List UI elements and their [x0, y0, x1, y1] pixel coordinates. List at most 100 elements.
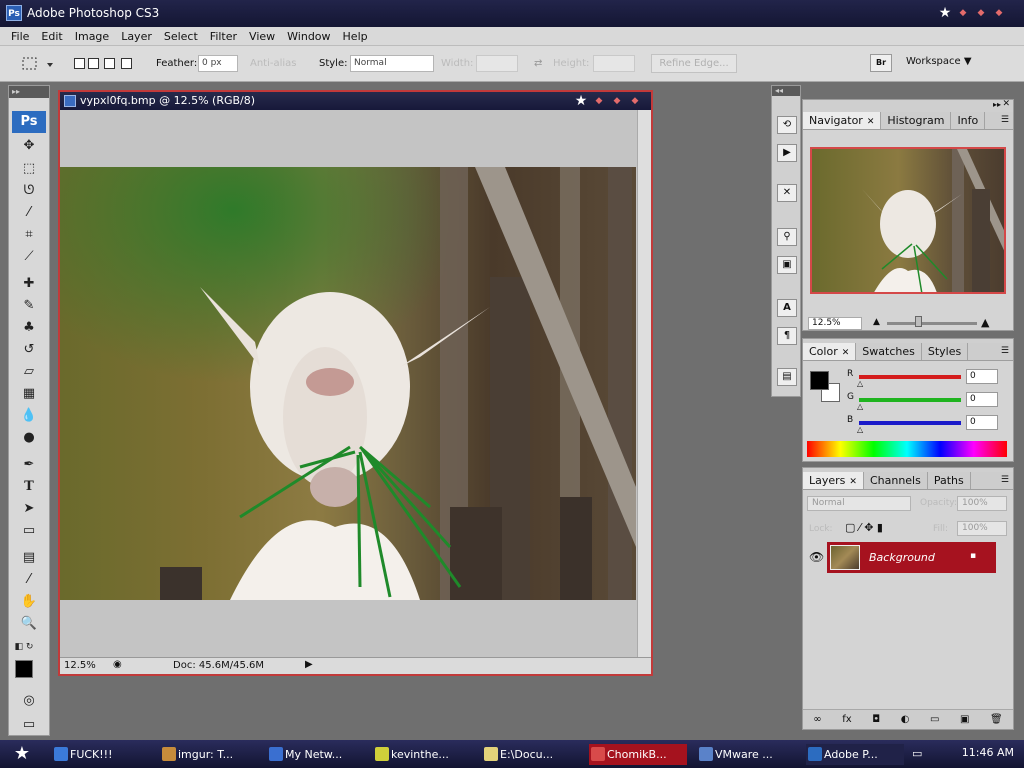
green-value[interactable]: 0 — [966, 392, 998, 407]
menu-view[interactable]: View — [243, 30, 281, 43]
doc-maximize-button[interactable]: ◆ — [610, 94, 624, 108]
canvas-area[interactable] — [60, 110, 638, 659]
foreground-color-swatch[interactable] — [15, 660, 33, 678]
minimize-button[interactable]: ◆ — [956, 6, 970, 20]
navigator-zoom-slider[interactable] — [887, 322, 977, 325]
new-layer-icon[interactable]: ▣ — [960, 714, 969, 725]
close-tab-icon[interactable]: ✕ — [849, 477, 857, 487]
start-button[interactable]: ★ — [4, 743, 40, 765]
tab-histogram[interactable]: Histogram — [881, 112, 952, 129]
blue-value[interactable]: 0 — [966, 415, 998, 430]
actions-icon[interactable]: ▶ — [777, 144, 797, 162]
history-icon[interactable]: ⟲ — [777, 116, 797, 134]
marquee-icon[interactable]: ⬚ — [18, 160, 40, 178]
pen-icon[interactable]: ✒ — [18, 456, 40, 474]
goat-photo[interactable] — [60, 167, 636, 600]
toolbox-collapse-icon[interactable]: ▸▸ — [9, 86, 49, 98]
character-icon[interactable]: A — [777, 299, 797, 317]
red-slider[interactable] — [859, 375, 961, 379]
taskbar-item-chomik[interactable]: ChomikB... — [589, 744, 687, 765]
zoom-in-icon[interactable]: ▲ — [981, 316, 989, 329]
star-icon[interactable]: ★ — [574, 93, 588, 109]
tab-navigator[interactable]: Navigator ✕ — [803, 112, 882, 129]
navigator-thumbnail[interactable] — [810, 147, 1006, 294]
red-slider-thumb[interactable]: △ — [857, 379, 863, 388]
opacity-field[interactable]: 100% — [957, 496, 1007, 511]
document-title-bar[interactable]: vypxl0fq.bmp @ 12.5% (RGB/8) ★ ◆ ◆ ◆ — [60, 92, 651, 110]
panel-menu-icon[interactable]: ☰ — [1001, 475, 1009, 485]
dock-collapse-icon[interactable]: ◂◂ — [772, 86, 800, 96]
quick-mask-icon[interactable]: ◎ — [18, 692, 40, 710]
bridge-icon[interactable]: Br — [870, 54, 892, 72]
paragraph-icon[interactable]: ¶ — [777, 327, 797, 345]
taskbar-item-vmware[interactable]: VMware ... — [697, 744, 797, 765]
menu-file[interactable]: File — [5, 30, 35, 43]
zoom-out-icon[interactable]: ▲ — [873, 317, 880, 327]
crop-icon[interactable]: ⌗ — [18, 226, 40, 244]
menu-layer[interactable]: Layer — [115, 30, 158, 43]
type-icon[interactable]: T — [18, 478, 40, 496]
lasso-icon[interactable]: ᘎ — [18, 182, 40, 200]
doc-close-button[interactable]: ◆ — [628, 94, 642, 108]
lock-transparency-icon[interactable]: ▢ ⁄ ✥ ▮ — [845, 521, 883, 534]
tab-channels[interactable]: Channels — [864, 472, 928, 489]
tab-info[interactable]: Info — [951, 112, 986, 129]
green-slider[interactable] — [859, 398, 961, 402]
subtract-selection-icon[interactable] — [104, 58, 115, 69]
zoom-slider-thumb[interactable] — [915, 316, 922, 327]
feather-input[interactable]: 0 px — [198, 55, 238, 72]
screen-mode-icon[interactable]: ▭ — [18, 716, 40, 734]
taskbar-item-kevinthe[interactable]: kevinthe... — [373, 744, 473, 765]
tool-presets-icon[interactable]: ✕ — [777, 184, 797, 202]
notes-icon[interactable]: ▤ — [18, 549, 40, 567]
slice-icon[interactable]: ⟋ — [18, 248, 40, 266]
clock[interactable]: 11:46 AM — [962, 746, 1014, 759]
collapse-icon[interactable]: ▸▸ — [993, 100, 1001, 109]
red-value[interactable]: 0 — [966, 369, 998, 384]
swap-icon[interactable]: ⇄ — [534, 58, 542, 69]
zoom-icon[interactable]: 🔍 — [18, 615, 40, 633]
menu-select[interactable]: Select — [158, 30, 204, 43]
status-arrow-icon[interactable]: ▶ — [305, 659, 313, 670]
navigator-zoom-field[interactable]: 12.5% — [808, 317, 862, 330]
green-slider-thumb[interactable]: △ — [857, 402, 863, 411]
workspace-menu[interactable]: Workspace ▼ — [906, 56, 972, 67]
link-layers-icon[interactable]: ∞ — [813, 714, 821, 725]
new-group-icon[interactable]: ▭ — [930, 714, 939, 725]
magic-wand-icon[interactable]: ⁄ — [18, 204, 40, 222]
blue-slider[interactable] — [859, 421, 961, 425]
default-colors-icon[interactable]: ◧ ↻ — [13, 638, 35, 656]
hand-icon[interactable]: ✋ — [18, 593, 40, 611]
eye-icon[interactable]: 👁 — [809, 550, 824, 564]
intersect-selection-icon[interactable] — [121, 58, 132, 69]
menu-filter[interactable]: Filter — [204, 30, 243, 43]
close-icon[interactable]: ✕ — [1002, 99, 1010, 109]
move-icon[interactable]: ✥ — [18, 137, 40, 155]
zoom-level[interactable]: 12.5% — [64, 660, 96, 671]
refine-edge-button[interactable]: Refine Edge... — [651, 54, 737, 73]
trash-icon[interactable]: 🗑 — [990, 714, 1003, 725]
height-input[interactable] — [593, 55, 635, 72]
layer-mask-icon[interactable]: ◘ — [872, 714, 880, 725]
history-brush-icon[interactable]: ↺ — [18, 341, 40, 359]
taskbar-item-imgur[interactable]: imgur: T... — [160, 744, 260, 765]
adjustment-layer-icon[interactable]: ◐ — [901, 714, 910, 725]
doc-minimize-button[interactable]: ◆ — [592, 94, 606, 108]
taskbar-item-photoshop[interactable]: Adobe P... — [806, 744, 904, 765]
gradient-icon[interactable]: ▦ — [18, 385, 40, 403]
eyedropper-icon[interactable]: ⁄ — [18, 571, 40, 589]
style-select[interactable]: Normal — [350, 55, 434, 72]
tab-styles[interactable]: Styles — [922, 343, 969, 360]
menu-help[interactable]: Help — [337, 30, 374, 43]
close-tab-icon[interactable]: ✕ — [842, 348, 850, 358]
clone-stamp-icon[interactable]: ♣ — [18, 319, 40, 337]
healing-brush-icon[interactable]: ✚ — [18, 275, 40, 293]
layer-row-background[interactable]: Background ▪ — [827, 542, 996, 573]
taskbar-item-fuck[interactable]: FUCK!!! — [52, 744, 152, 765]
status-menu-icon[interactable]: ◉ — [113, 659, 122, 670]
width-input[interactable] — [476, 55, 518, 72]
taskbar-item-explorer[interactable]: E:\Docu... — [482, 744, 582, 765]
tool-preset-picker[interactable] — [20, 55, 56, 73]
blue-slider-thumb[interactable]: △ — [857, 425, 863, 434]
menu-edit[interactable]: Edit — [35, 30, 68, 43]
